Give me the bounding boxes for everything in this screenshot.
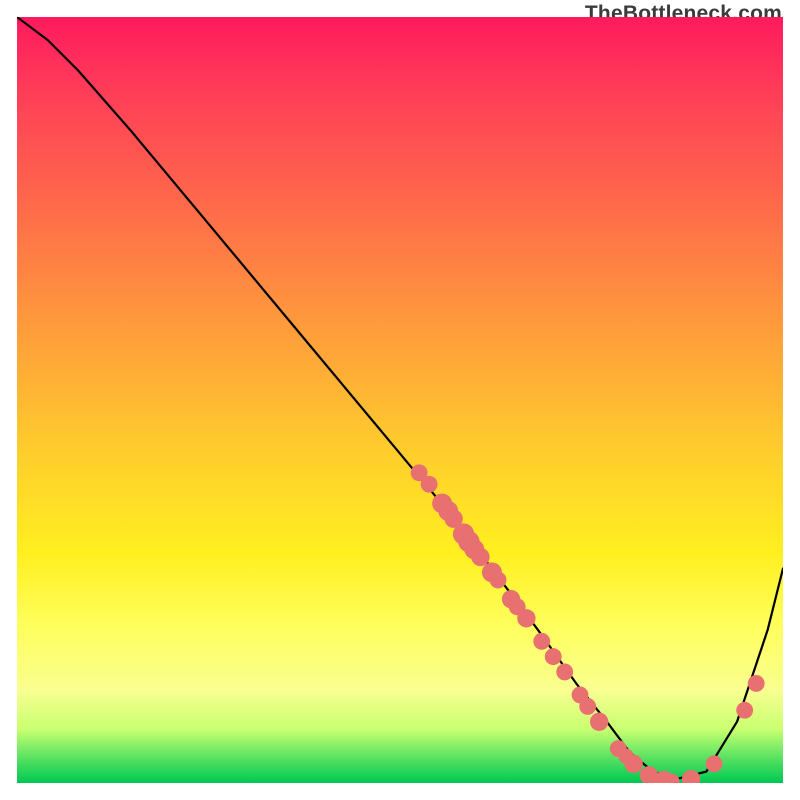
data-marker <box>624 755 642 773</box>
data-marker <box>421 476 438 493</box>
data-marker <box>517 609 535 627</box>
chart-svg <box>17 17 783 783</box>
data-marker <box>556 664 573 681</box>
data-marker <box>471 548 489 566</box>
data-markers <box>411 464 765 783</box>
data-marker <box>533 633 550 650</box>
data-marker <box>682 770 700 783</box>
data-marker <box>748 675 765 692</box>
plot-area <box>17 17 783 783</box>
data-marker <box>590 713 608 731</box>
chart-container: TheBottleneck.com <box>0 0 800 800</box>
data-marker <box>545 648 562 665</box>
data-marker <box>736 702 753 719</box>
data-marker <box>706 755 723 772</box>
data-marker <box>490 572 507 589</box>
data-marker <box>579 698 596 715</box>
curve-line <box>17 17 783 779</box>
